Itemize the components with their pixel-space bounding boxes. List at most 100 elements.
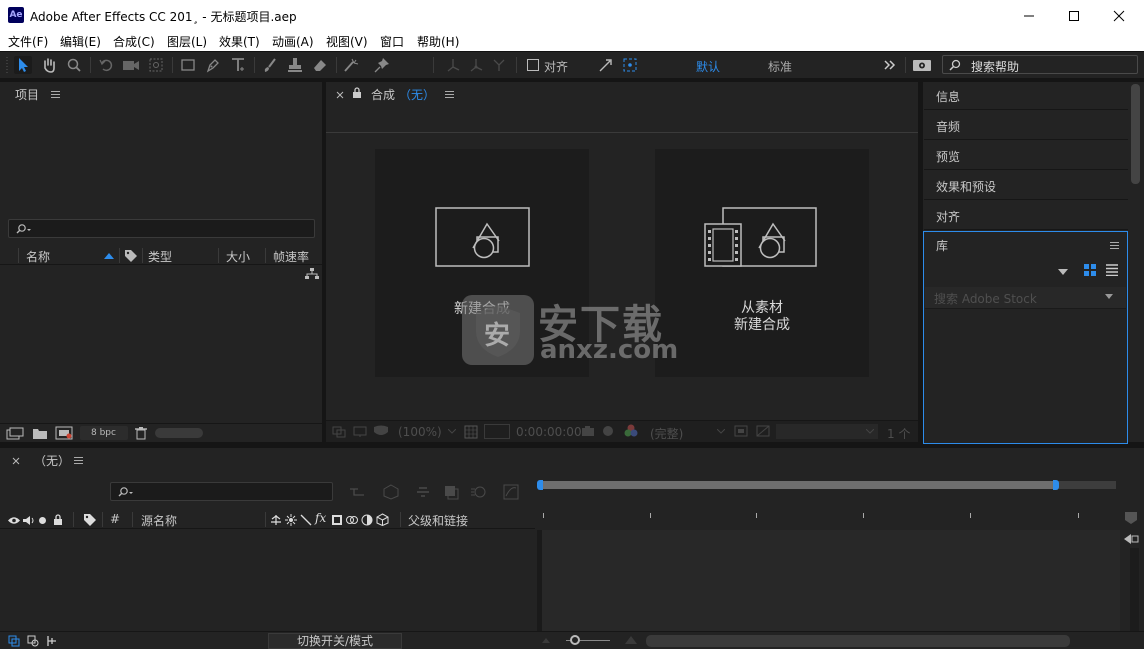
- toolbar-separator: [172, 57, 173, 73]
- rotate-icon: [99, 59, 113, 72]
- close-button[interactable]: [1096, 0, 1142, 31]
- eraser-tool[interactable]: [311, 56, 329, 74]
- column-type[interactable]: 类型: [148, 248, 172, 265]
- bit-depth-button[interactable]: 8 bpc: [80, 426, 128, 440]
- view-layout-select[interactable]: 1 个: [887, 425, 910, 442]
- magnification-select[interactable]: (100%): [398, 425, 442, 439]
- camera-tool[interactable]: [122, 56, 140, 74]
- new-composition-from-footage-card[interactable]: 从素材 新建合成: [655, 149, 869, 377]
- menu-file[interactable]: 文件(F): [8, 33, 48, 50]
- adjustment-layer-switch-icon: [361, 514, 373, 526]
- project-horizontal-scrollbar[interactable]: [155, 428, 203, 438]
- column-source-name[interactable]: 源名称: [141, 512, 177, 529]
- preview-panel-tab[interactable]: 预览: [924, 142, 1128, 170]
- text-tool[interactable]: [229, 56, 247, 74]
- world-axis-mode[interactable]: [467, 56, 485, 74]
- toolbar-separator: [433, 57, 434, 73]
- brush-tool[interactable]: [261, 56, 279, 74]
- workspace-standard-tab[interactable]: 标准: [768, 58, 792, 75]
- menu-edit[interactable]: 编辑(E): [60, 33, 101, 50]
- solo-dot-icon: [39, 517, 46, 524]
- snapping-options-button[interactable]: [597, 56, 615, 74]
- rotation-tool[interactable]: [97, 56, 115, 74]
- current-composition-name[interactable]: （无）: [399, 86, 435, 103]
- minimize-button[interactable]: [1006, 0, 1052, 31]
- speaker-icon: [23, 516, 34, 525]
- maximize-button[interactable]: [1051, 0, 1097, 31]
- navigator-range[interactable]: [539, 481, 1056, 489]
- graph-editor-icon: [503, 484, 519, 500]
- search-help-box[interactable]: 搜索帮助: [942, 55, 1138, 74]
- align-panel-tab[interactable]: 对齐: [924, 202, 1128, 230]
- composition-panel-menu-icon[interactable]: [445, 91, 454, 98]
- timeline-panel-menu-icon[interactable]: [74, 457, 83, 464]
- project-columns-header: 名称 类型 大小 帧速率: [0, 246, 322, 265]
- zoom-slider-thumb[interactable]: [570, 635, 580, 645]
- project-search-input[interactable]: [8, 219, 315, 238]
- watermark-domain: anxz.com: [540, 335, 679, 365]
- lock-icon: [353, 87, 361, 98]
- column-size[interactable]: 大小: [226, 248, 250, 265]
- current-timecode[interactable]: 0:00:00:00: [516, 425, 582, 439]
- rectangle-tool[interactable]: [179, 56, 197, 74]
- timeline-vertical-scroll-track[interactable]: [1130, 548, 1139, 633]
- project-panel-menu-icon[interactable]: [51, 91, 60, 98]
- menu-effect[interactable]: 效果(T): [219, 33, 260, 50]
- local-axis-mode[interactable]: [444, 56, 462, 74]
- snapping-checkbox[interactable]: [524, 56, 542, 74]
- adobe-stock-search-input[interactable]: 搜索 Adobe Stock: [925, 287, 1126, 309]
- column-divider: [132, 512, 133, 527]
- libraries-panel-menu-icon[interactable]: [1110, 242, 1119, 249]
- menu-help[interactable]: 帮助(H): [417, 33, 459, 50]
- navigator-end-handle[interactable]: [1053, 480, 1059, 490]
- view-select[interactable]: [776, 424, 878, 439]
- right-panels-scrollbar[interactable]: [1131, 84, 1140, 184]
- column-parent-link[interactable]: 父级和链接: [408, 512, 468, 529]
- menu-composition[interactable]: 合成(C): [113, 33, 155, 50]
- info-panel-tab[interactable]: 信息: [924, 82, 1128, 110]
- pen-tool[interactable]: [204, 56, 222, 74]
- menu-view[interactable]: 视图(V): [326, 33, 368, 50]
- layers-list-area[interactable]: [0, 530, 537, 633]
- resolution-select[interactable]: (完整): [650, 425, 683, 442]
- workspace-default-tab[interactable]: 默认: [696, 58, 720, 75]
- view-axis-mode[interactable]: [490, 56, 508, 74]
- layer-switches-toggle-icon: [8, 635, 20, 647]
- arrow-pointer-icon: [19, 58, 28, 72]
- selection-tool[interactable]: [14, 56, 32, 74]
- zoom-out-icon: [542, 638, 550, 643]
- chevron-down-icon: [866, 429, 874, 434]
- zoom-tool[interactable]: [65, 56, 83, 74]
- always-preview-icon: [332, 426, 346, 438]
- snap-target-button[interactable]: [621, 56, 639, 74]
- pan-behind-tool[interactable]: [147, 56, 165, 74]
- menu-layer[interactable]: 图层(L): [167, 33, 207, 50]
- workspace-overflow-button[interactable]: [880, 56, 898, 74]
- puppet-pin-tool[interactable]: [373, 56, 391, 74]
- timeline-tracks-area[interactable]: [542, 530, 1120, 633]
- toolbar-grip[interactable]: [4, 56, 10, 74]
- menu-animation[interactable]: 动画(A): [272, 33, 314, 50]
- hand-tool[interactable]: [40, 56, 58, 74]
- clone-stamp-tool[interactable]: [286, 56, 304, 74]
- hand-icon: [44, 58, 55, 73]
- zoom-in-icon: [625, 636, 637, 644]
- column-frame-rate[interactable]: 帧速率: [273, 248, 309, 265]
- column-layer-number[interactable]: #: [110, 512, 120, 526]
- navigator-start-handle[interactable]: [537, 480, 543, 490]
- sync-settings-button[interactable]: [912, 56, 932, 74]
- audio-panel-tab[interactable]: 音频: [924, 112, 1128, 140]
- time-ruler[interactable]: [542, 508, 1120, 526]
- region-of-interest-button[interactable]: [484, 424, 510, 439]
- menu-window[interactable]: 窗口: [380, 33, 404, 50]
- roto-brush-tool[interactable]: [343, 56, 361, 74]
- toggle-switches-modes-button[interactable]: 切换开关/模式: [268, 633, 402, 649]
- timeline-horizontal-scrollbar[interactable]: [646, 635, 1070, 647]
- column-divider: [142, 248, 143, 263]
- time-navigator[interactable]: [536, 478, 1120, 492]
- column-name[interactable]: 名称: [26, 248, 50, 265]
- effects-presets-panel-tab[interactable]: 效果和预设: [924, 172, 1128, 200]
- composition-tab-underline: [326, 132, 918, 133]
- mask-icon: [374, 425, 388, 435]
- timeline-search-input[interactable]: [110, 482, 333, 501]
